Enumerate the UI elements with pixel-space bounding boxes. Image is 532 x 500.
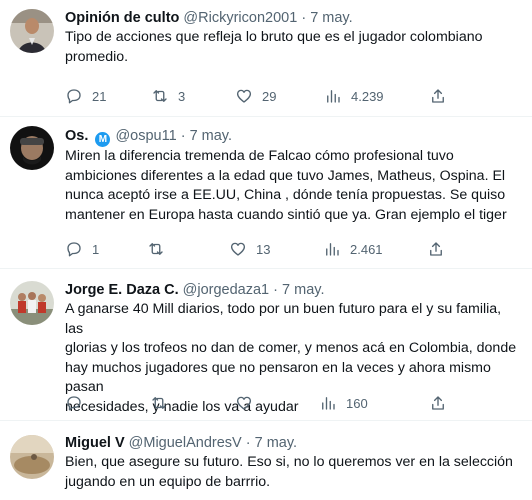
retweet-button[interactable] xyxy=(150,393,177,413)
author-handle[interactable]: @ospu11 xyxy=(115,128,176,144)
views-count: 2.461 xyxy=(350,241,383,257)
reply-icon xyxy=(67,242,81,257)
author-name[interactable]: Jorge E. Daza C. xyxy=(65,282,179,298)
avatar[interactable] xyxy=(10,126,54,170)
separator-dot: · xyxy=(273,282,279,298)
tweet-header: Opinión de culto @Rickyricon2001 · 7 may… xyxy=(65,9,353,27)
separator-dot: · xyxy=(245,435,251,451)
author-handle[interactable]: @MiguelAndresV xyxy=(129,435,242,451)
author-name[interactable]: Miguel V xyxy=(65,435,125,451)
share-button[interactable] xyxy=(429,393,447,413)
retweet-icon xyxy=(152,397,166,409)
avatar-photo-icon xyxy=(10,435,54,479)
author-handle[interactable]: @jorgedaza1 xyxy=(183,282,269,298)
retweet-icon xyxy=(153,90,167,102)
tweet[interactable]: Jorge E. Daza C. @jorgedaza1 · 7 may. A … xyxy=(0,269,532,421)
reply-count: 1 xyxy=(92,241,100,257)
reply-icon xyxy=(67,89,81,104)
views-count: 4.239 xyxy=(351,88,384,104)
tweet-date[interactable]: 7 may. xyxy=(255,435,297,451)
reply-count: 21 xyxy=(92,88,107,104)
author-name[interactable]: Os. xyxy=(65,128,88,144)
retweet-button[interactable] xyxy=(147,239,174,259)
reply-button[interactable]: 1 xyxy=(65,239,99,259)
avatar[interactable] xyxy=(10,435,54,479)
avatar[interactable] xyxy=(10,9,54,53)
heart-icon xyxy=(236,89,252,103)
like-count: 13 xyxy=(256,241,271,257)
tweet-header: Jorge E. Daza C. @jorgedaza1 · 7 may. xyxy=(65,281,325,299)
separator-dot: · xyxy=(180,128,186,144)
tweet-text: Tipo de acciones que refleja lo bruto qu… xyxy=(65,29,483,65)
verified-badge-icon: M xyxy=(95,132,111,147)
tweet-date[interactable]: 7 may. xyxy=(282,282,324,298)
avatar-photo-icon xyxy=(10,9,54,53)
share-button[interactable] xyxy=(429,86,447,106)
author-handle[interactable]: @Rickyricon2001 xyxy=(183,10,297,26)
tweet[interactable]: Os. M @ospu11 · 7 may. Miren la diferenc… xyxy=(0,117,532,269)
share-icon xyxy=(430,242,442,256)
share-button[interactable] xyxy=(427,239,445,259)
tweet-actions: 21 3 29 4.239 xyxy=(65,86,455,106)
views-icon xyxy=(327,90,340,103)
tweet-header: Os. M @ospu11 · 7 may. xyxy=(65,127,232,147)
retweet-icon xyxy=(149,243,163,255)
like-button[interactable] xyxy=(235,393,262,413)
tweet-text: Miren la diferencia tremenda de Falcao c… xyxy=(65,148,507,223)
views-icon xyxy=(322,397,335,410)
tweet-feed: Opinión de culto @Rickyricon2001 · 7 may… xyxy=(0,0,532,500)
views-count: 160 xyxy=(346,395,368,411)
share-icon xyxy=(432,396,444,410)
retweet-count: 3 xyxy=(178,88,186,104)
views-button[interactable]: 2.461 xyxy=(323,239,383,259)
tweet-date[interactable]: 7 may. xyxy=(190,128,232,144)
tweet[interactable]: Opinión de culto @Rickyricon2001 · 7 may… xyxy=(0,0,532,117)
like-button[interactable]: 13 xyxy=(229,239,270,259)
avatar-photo-icon xyxy=(10,126,54,170)
author-name[interactable]: Opinión de culto xyxy=(65,10,179,26)
reply-button[interactable] xyxy=(65,393,92,413)
tweet-actions: 1 13 2.461 xyxy=(65,239,455,259)
retweet-button[interactable]: 3 xyxy=(151,86,185,106)
share-icon xyxy=(432,89,444,103)
like-count: 29 xyxy=(262,88,277,104)
views-button[interactable]: 4.239 xyxy=(324,86,384,106)
separator-dot: · xyxy=(301,10,307,26)
tweet-header: Miguel V @MiguelAndresV · 7 may. xyxy=(65,434,297,452)
tweet-date[interactable]: 7 may. xyxy=(310,10,352,26)
reply-button[interactable]: 21 xyxy=(65,86,106,106)
tweet-text: Bien, que asegure su futuro. Eso si, no … xyxy=(65,454,513,490)
like-button[interactable]: 29 xyxy=(235,86,276,106)
tweet-actions: 160 xyxy=(65,393,455,413)
views-button[interactable]: 160 xyxy=(319,393,368,413)
heart-icon xyxy=(236,396,252,410)
heart-icon xyxy=(230,242,246,256)
avatar-photo-icon xyxy=(10,281,54,325)
tweet[interactable]: Miguel V @MiguelAndresV · 7 may. Bien, q… xyxy=(0,421,532,500)
avatar[interactable] xyxy=(10,281,54,325)
views-icon xyxy=(326,243,339,256)
reply-icon xyxy=(67,396,81,411)
